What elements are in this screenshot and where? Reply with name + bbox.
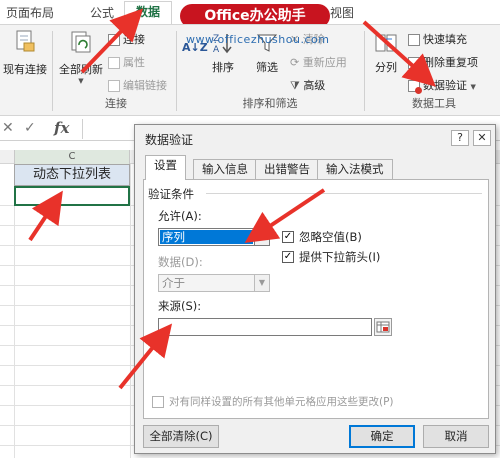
range-select-icon [376,321,390,333]
remove-duplicates-button[interactable]: 删除重复项 [408,54,478,70]
refresh-all-icon [71,31,91,53]
text-to-columns-label: 分列 [375,61,397,74]
ignore-blank-label: 忽略空值(B) [299,230,362,244]
flash-fill-label: 快速填充 [423,33,467,46]
flash-fill-icon [408,34,420,46]
settings-panel: 验证条件 允许(A): 序列 ▼ ✓ 忽略空值(B) ✓ 提供下拉箭头(I) 数… [143,179,489,419]
reapply-button[interactable]: ⟳ 重新应用 [290,54,347,70]
connections-button[interactable]: 连接 [108,31,145,47]
in-cell-dropdown-checkbox[interactable]: ✓ [282,251,294,263]
advanced-label: 高级 [303,79,326,92]
dialog-tabs: 设置 输入信息 出错警告 输入法模式 [143,155,489,180]
close-button[interactable]: ✕ [473,130,491,146]
edit-links-icon [108,80,120,92]
reapply-icon: ⟳ [290,56,300,69]
source-label: 来源(S): [158,299,202,313]
watermark-url: www.officezhushou.com [186,33,330,46]
data-select-value: 介于 [162,276,185,290]
tab-settings[interactable]: 设置 [145,155,186,180]
tab-page-layout[interactable]: 页面布局 [6,3,54,23]
data-select[interactable]: 介于 ▼ [158,274,270,292]
existing-connections-button[interactable]: 现有连接 [2,29,48,77]
existing-connections-icon [16,30,35,52]
tab-input-message[interactable]: 输入信息 [193,159,257,179]
connections-icon [108,34,120,46]
apply-all-checkbox[interactable] [152,396,164,408]
insert-function-icon[interactable]: fx [54,119,69,137]
text-to-columns-button[interactable]: 分列 [368,31,404,75]
remove-duplicates-icon [408,57,420,69]
cell-c2-selected[interactable] [14,186,130,206]
properties-label: 属性 [123,56,145,69]
existing-connections-label: 现有连接 [3,63,47,76]
ignore-blank-checkbox[interactable]: ✓ [282,231,294,243]
in-cell-dropdown-label: 提供下拉箭头(I) [299,250,381,264]
svg-text:A: A [213,45,220,55]
properties-icon [108,57,120,69]
chevron-down-icon: ▼ [470,83,476,91]
ribbon-separator [52,31,53,111]
help-button[interactable]: ? [451,130,469,146]
source-input[interactable] [158,318,372,336]
data-label: 数据(D): [158,255,203,269]
apply-all-label: 对有同样设置的所有其他单元格应用这些更改(P) [169,396,394,408]
source-input-value [160,320,369,334]
edit-links-button[interactable]: 编辑链接 [108,77,167,93]
group-data-tools-label: 数据工具 [412,97,456,110]
tab-view[interactable]: 视图 [330,3,354,23]
reapply-label: 重新应用 [302,56,347,69]
ribbon-separator [364,31,365,111]
group-connections-label: 连接 [105,97,127,110]
data-validation-button[interactable]: 数据验证 ▼ [408,77,476,94]
dialog-title: 数据验证 [145,133,194,147]
data-validation-dialog: 数据验证 ? ✕ 设置 输入信息 出错警告 输入法模式 验证条件 允许(A): … [134,124,496,454]
advanced-button[interactable]: ⧩ 高级 [290,77,325,93]
refresh-all-button[interactable]: 全部刷新 ▼ [56,29,106,85]
ok-button[interactable]: 确定 [349,425,415,448]
text-to-columns-icon [375,34,397,52]
properties-button[interactable]: 属性 [108,54,145,70]
filter-label: 筛选 [256,61,278,74]
group-sort-filter-label: 排序和筛选 [242,97,298,110]
sort-label: 排序 [212,61,234,74]
ribbon-separator [176,31,177,111]
enter-icon[interactable]: ✓ [24,120,36,136]
range-picker-button[interactable] [374,318,392,336]
allow-label: 允许(A): [158,209,202,223]
chevron-down-icon[interactable]: ▼ [254,275,269,291]
chevron-down-icon[interactable]: ▼ [254,229,269,245]
flash-fill-button[interactable]: 快速填充 [408,31,467,47]
data-validation-icon [408,80,422,94]
tab-data[interactable]: 数据 [124,1,172,24]
tab-formulas[interactable]: 公式 [90,3,114,23]
refresh-all-label: 全部刷新 [59,63,103,76]
clear-all-button[interactable]: 全部清除(C) [143,425,219,448]
allow-select-value: 序列 [160,230,253,244]
edit-links-label: 编辑链接 [123,79,167,92]
remove-duplicates-label: 删除重复项 [423,56,478,69]
chevron-down-icon: ▼ [78,77,84,85]
advanced-filter-icon: ⧩ [290,79,300,92]
section-divider [206,193,482,194]
cancel-icon[interactable]: ✕ [2,120,14,136]
tab-ime-mode[interactable]: 输入法模式 [317,159,393,179]
validation-criteria-heading: 验证条件 [148,187,194,201]
tab-error-alert[interactable]: 出错警告 [255,159,319,179]
connections-label: 连接 [123,33,145,46]
column-header-c[interactable]: C [14,150,130,164]
allow-select[interactable]: 序列 ▼ [158,228,270,246]
cell-c1-header[interactable]: 动态下拉列表 [14,164,130,186]
cancel-button[interactable]: 取消 [423,425,489,448]
data-validation-label: 数据验证 [423,79,467,92]
